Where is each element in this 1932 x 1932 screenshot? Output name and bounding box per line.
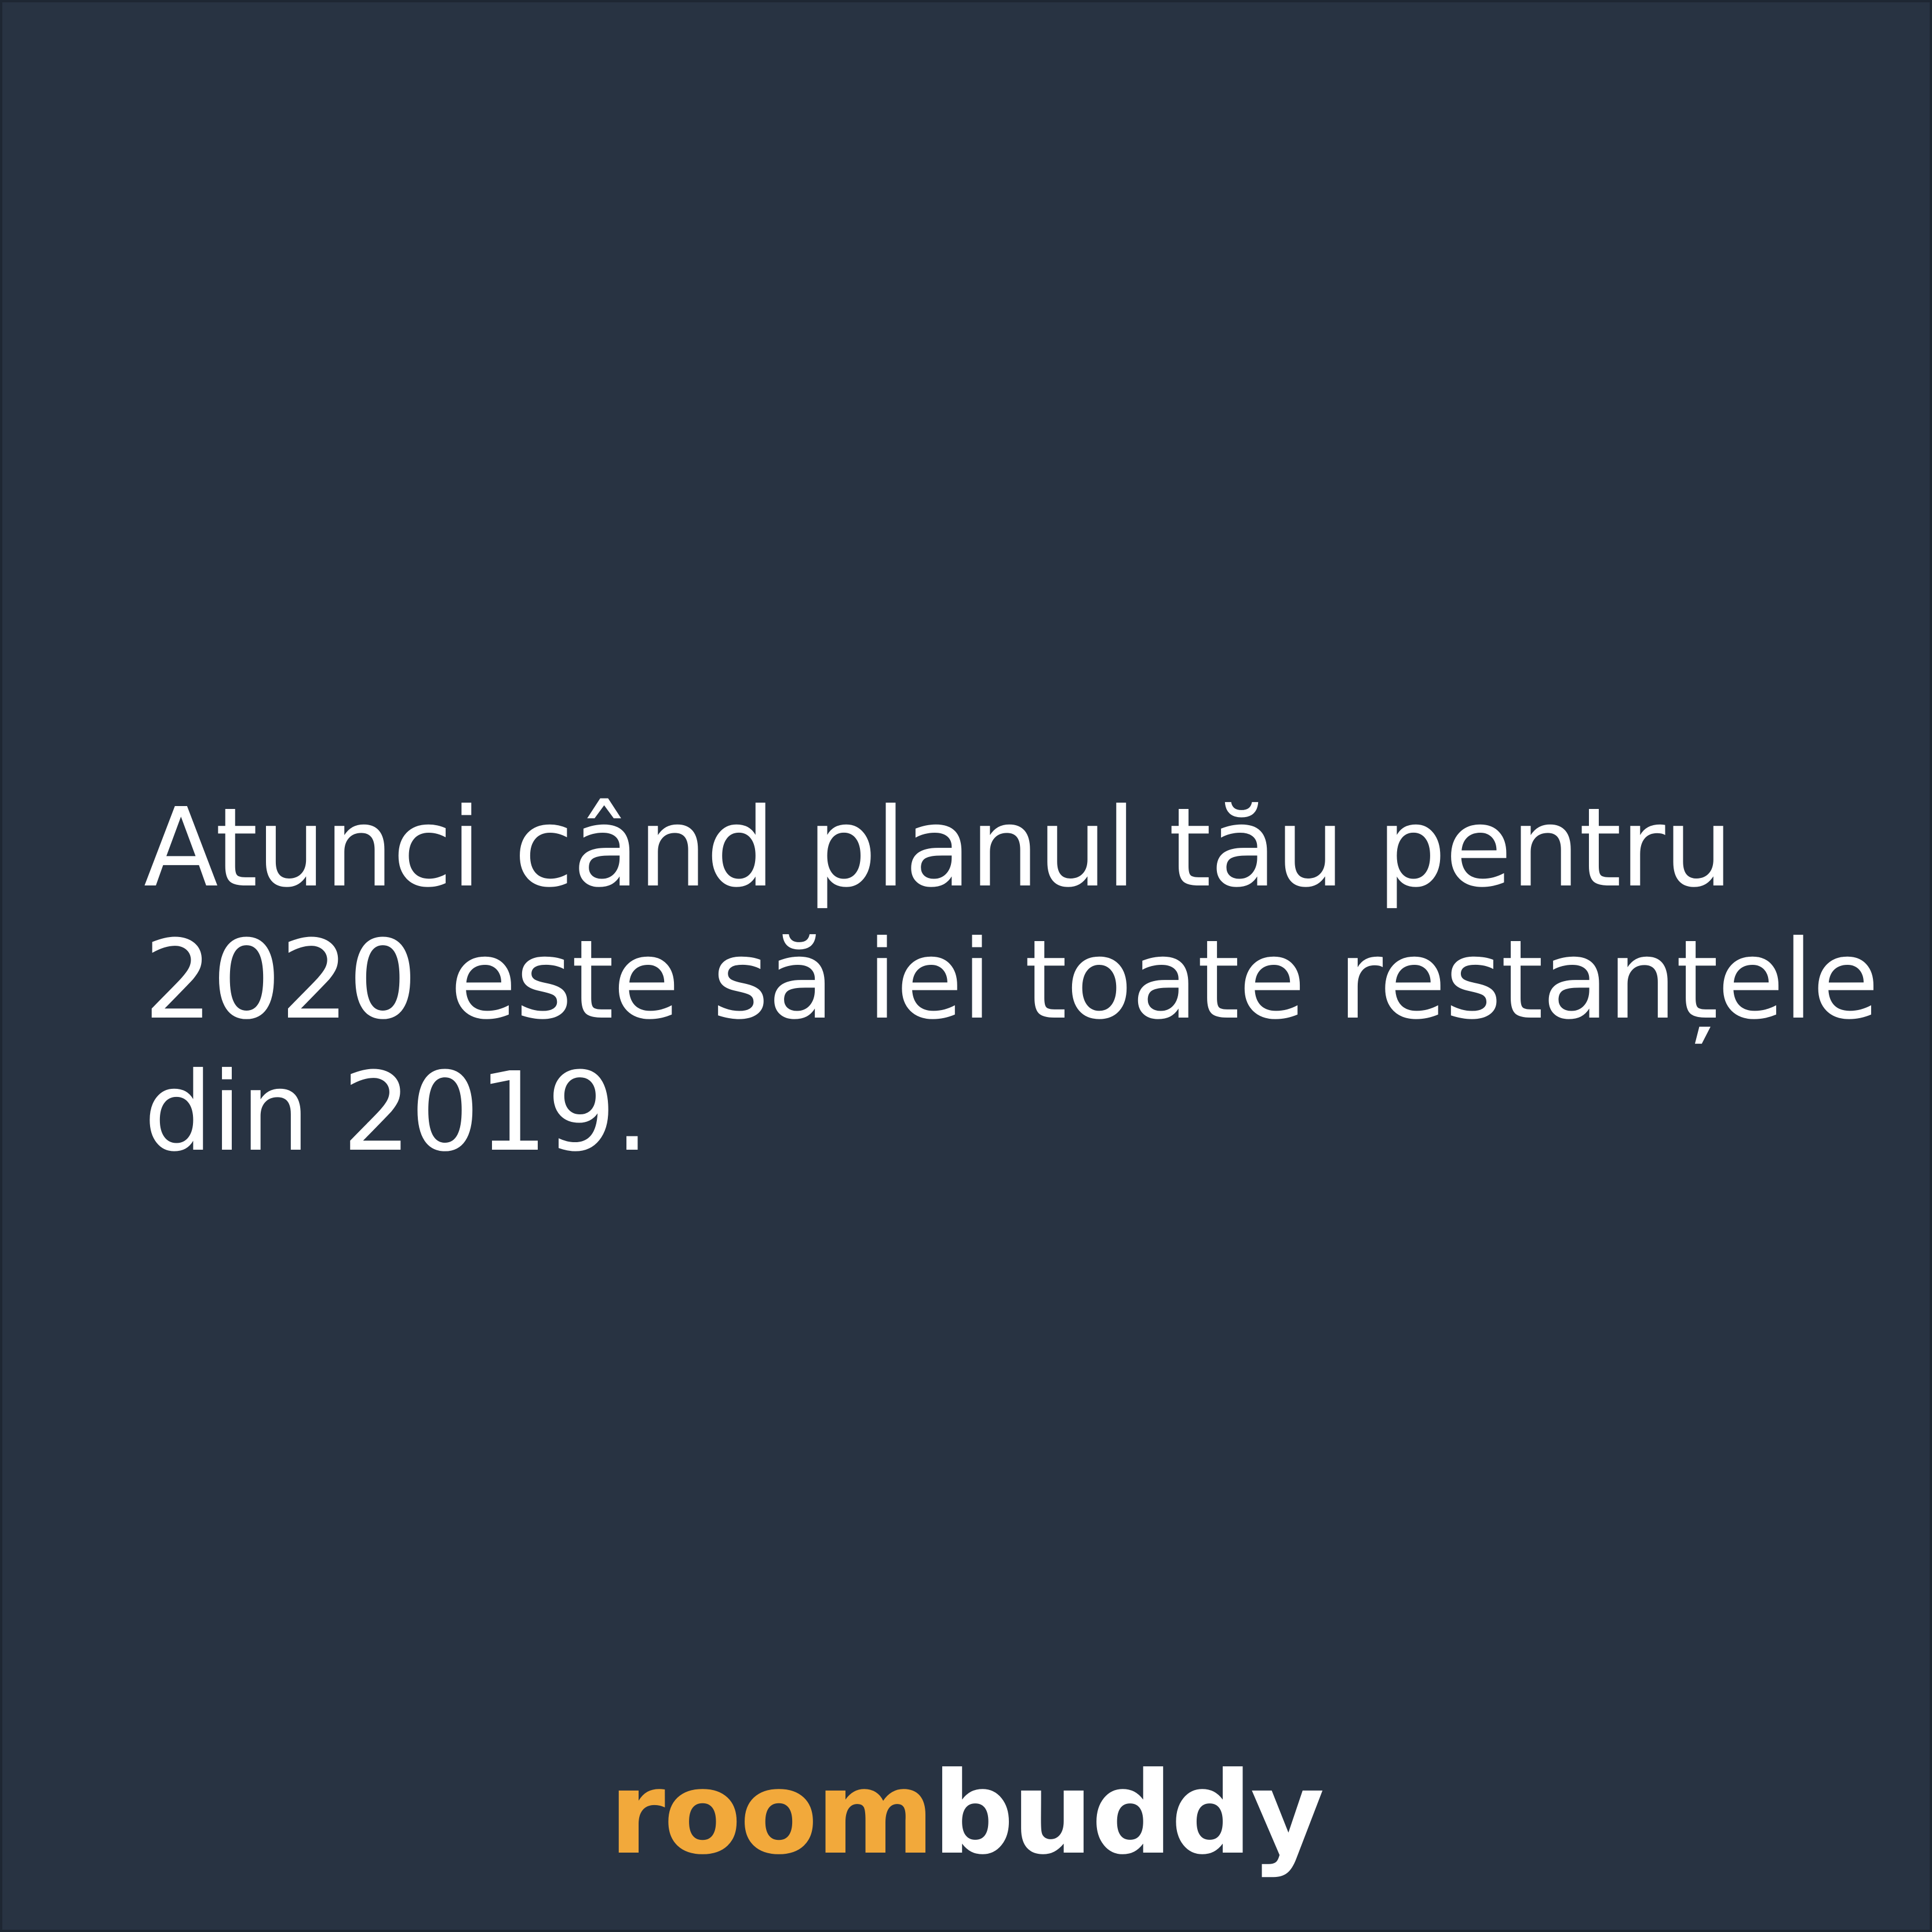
roombuddy-logo: roombuddy bbox=[0, 1744, 1932, 1883]
quote-line-2: 2020 este să iei toate restanțele bbox=[144, 917, 1879, 1044]
quote-line-1: Atunci când planul tău pentru bbox=[144, 785, 1733, 912]
logo-part-room: room bbox=[609, 1748, 934, 1880]
logo-part-buddy: buddy bbox=[932, 1748, 1325, 1880]
quote-text: Atunci când planul tău pentru 2020 este … bbox=[144, 782, 1879, 1179]
quote-line-3: din 2019. bbox=[144, 1049, 650, 1176]
